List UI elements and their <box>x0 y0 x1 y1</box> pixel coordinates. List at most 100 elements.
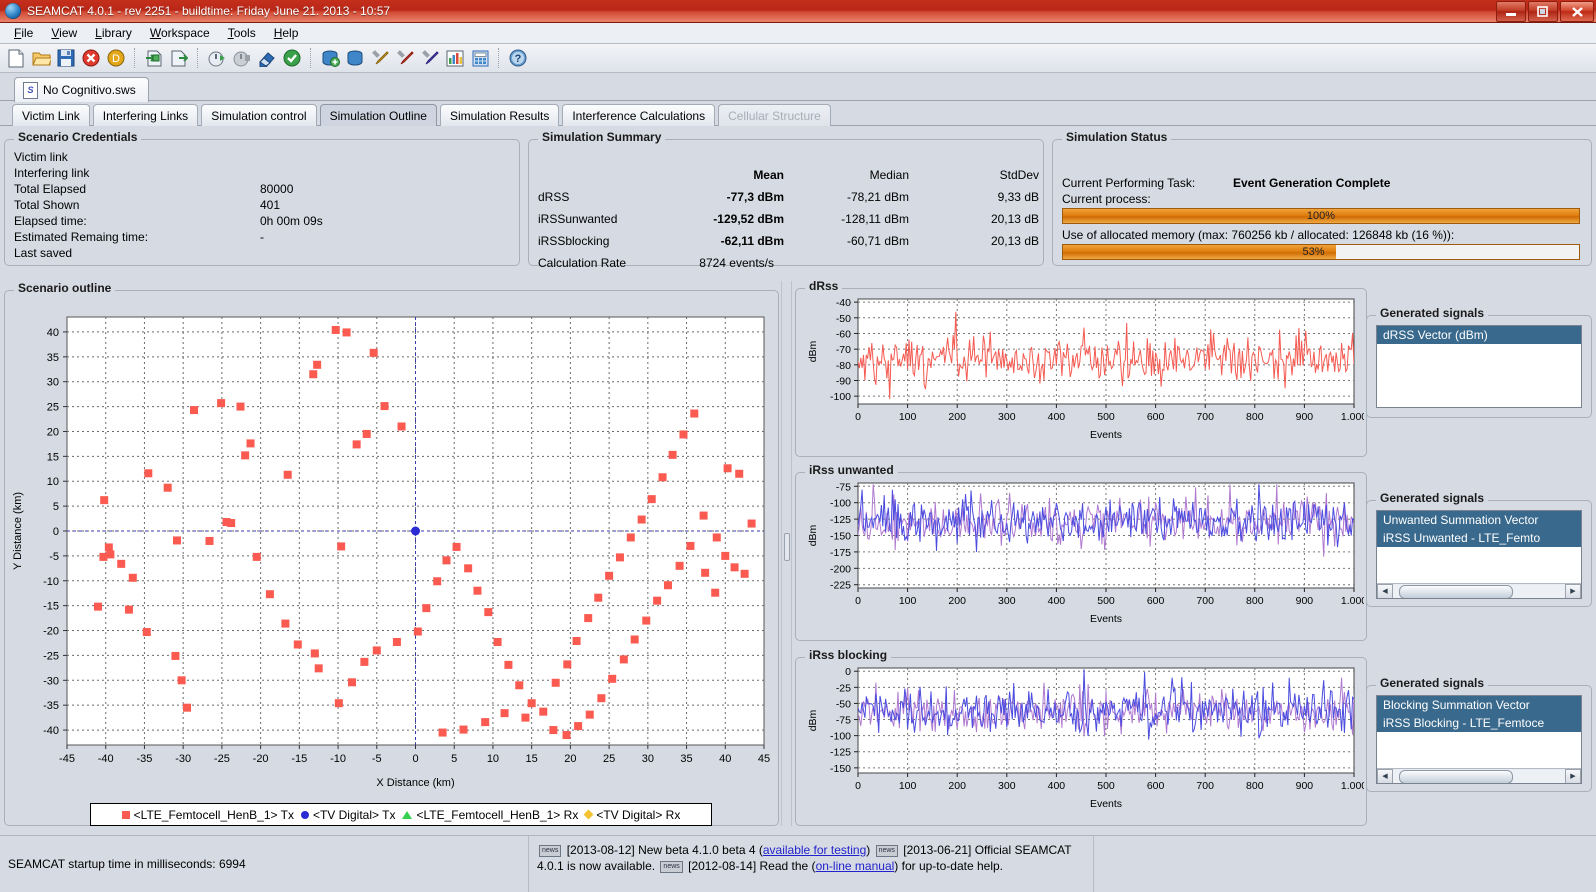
svg-text:-70: -70 <box>836 344 851 356</box>
scrollbar-trough[interactable] <box>1393 584 1565 598</box>
drss-generated-signals-title: Generated signals <box>1376 306 1489 320</box>
startup-time-text: SEAMCAT startup time in milliseconds: 69… <box>0 836 529 892</box>
svg-text:-150: -150 <box>830 531 851 543</box>
calculator-icon[interactable] <box>468 46 492 70</box>
credential-value-total-shown: 401 <box>260 198 281 212</box>
news-badge-icon: news <box>660 861 683 873</box>
irss-unwanted-chart[interactable]: 0 100 200 300 400 500 600 700 800 900 1.000 -225 -20… <box>796 473 1367 628</box>
legend-item-3: <TV Digital> Rx <box>583 808 680 822</box>
scroll-right-arrow[interactable]: ▶ <box>1565 768 1581 783</box>
import-icon[interactable] <box>142 46 166 70</box>
close-button[interactable] <box>1560 1 1594 22</box>
export-icon[interactable] <box>167 46 191 70</box>
menu-view[interactable]: View <box>43 24 85 42</box>
svg-text:0: 0 <box>845 666 851 678</box>
help-icon[interactable]: ? <box>506 46 530 70</box>
news-link-available-for-testing[interactable]: available for testing <box>763 843 866 857</box>
svg-text:600: 600 <box>1147 595 1165 607</box>
summary-mean-calc-rate: 8724 events/s <box>699 256 774 270</box>
menu-file[interactable]: File <box>6 24 41 42</box>
svg-text:-225: -225 <box>830 580 851 592</box>
open-folder-icon[interactable] <box>29 46 53 70</box>
splitter-grip[interactable] <box>784 533 790 561</box>
tab-victim-link[interactable]: Victim Link <box>12 104 90 126</box>
irss-blocking-signal-list[interactable]: Blocking Summation Vector iRSS Blocking … <box>1376 695 1582 784</box>
memory-progress-text: 53% <box>1302 246 1325 258</box>
news-text-3: Read the ( <box>759 859 816 873</box>
svg-text:25: 25 <box>47 402 59 414</box>
scrollbar-trough[interactable] <box>1393 769 1565 783</box>
irss-blocking-chart[interactable]: 0 100 200 300 400 500 600 700 800 900 1.000 -150 -12… <box>796 658 1367 813</box>
minimize-button[interactable] <box>1496 1 1526 22</box>
list-item[interactable]: Unwanted Summation Vector <box>1377 511 1581 529</box>
list-item[interactable]: Blocking Summation Vector <box>1377 696 1581 714</box>
drss-chart[interactable]: 0 100 200 300 400 500 600 700 800 900 1.000 -100 -90… <box>796 289 1367 444</box>
window-controls <box>1496 1 1594 22</box>
workspace-tab-file[interactable]: S No Cognitivo.sws <box>14 77 149 102</box>
tab-interference-calculations[interactable]: Interference Calculations <box>562 104 716 126</box>
irss-unwanted-signal-list[interactable]: Unwanted Summation Vector iRSS Unwanted … <box>1376 510 1582 599</box>
news-link-online-manual[interactable]: on-line manual <box>816 859 895 873</box>
svg-text:-45: -45 <box>59 753 75 765</box>
clear-icon[interactable] <box>255 46 279 70</box>
library-icon[interactable] <box>343 46 367 70</box>
save-icon[interactable] <box>54 46 78 70</box>
drss-signal-list[interactable]: dRSS Vector (dBm) <box>1376 325 1582 408</box>
list-item[interactable]: iRSS Blocking - LTE_Femtoce <box>1377 714 1581 732</box>
tab-interfering-links[interactable]: Interfering Links <box>92 104 199 126</box>
vertical-splitter[interactable] <box>781 281 792 826</box>
list-item[interactable]: iRSS Unwanted - LTE_Femto <box>1377 529 1581 547</box>
svg-text:25: 25 <box>603 753 615 765</box>
svg-text:-100: -100 <box>830 498 851 510</box>
tab-simulation-outline[interactable]: Simulation Outline <box>319 104 437 126</box>
svg-text:-40: -40 <box>836 297 851 309</box>
delete-icon[interactable] <box>79 46 103 70</box>
chart-icon[interactable] <box>443 46 467 70</box>
menu-workspace[interactable]: Workspace <box>142 24 218 42</box>
stop-simulation-icon[interactable] <box>230 46 254 70</box>
svg-text:-30: -30 <box>43 675 59 687</box>
menu-help[interactable]: Help <box>266 24 307 42</box>
tools-red-icon[interactable] <box>393 46 417 70</box>
tools-blue-icon[interactable] <box>418 46 442 70</box>
scroll-left-arrow[interactable]: ◀ <box>1377 768 1393 783</box>
new-file-icon[interactable] <box>4 46 28 70</box>
tools-yellow-icon[interactable] <box>368 46 392 70</box>
horizontal-scrollbar[interactable]: ◀ ▶ <box>1377 583 1581 598</box>
summary-header-mean: Mean <box>753 168 784 182</box>
scroll-left-arrow[interactable]: ◀ <box>1377 583 1393 598</box>
menu-library[interactable]: Library <box>87 24 140 42</box>
simulation-summary-title: Simulation Summary <box>538 130 666 144</box>
run-simulation-icon[interactable] <box>205 46 229 70</box>
svg-text:200: 200 <box>948 780 966 792</box>
tab-simulation-control[interactable]: Simulation control <box>201 104 317 126</box>
duplicate-icon[interactable]: D <box>104 46 128 70</box>
svg-text:-75: -75 <box>836 481 851 493</box>
scrollbar-thumb[interactable] <box>1399 769 1513 783</box>
scenario-outline-chart[interactable]: -45 -40 -35 -30 -25 -20 -15 -10 -5 0 5 10 15 20 25 30 35… <box>5 291 776 808</box>
svg-text:1.000: 1.000 <box>1341 780 1364 792</box>
legend-label: <TV Digital> Tx <box>312 807 396 822</box>
credential-label-elapsed-time: Elapsed time: <box>14 214 87 228</box>
drss-panel: dRss 0 100 200 300 400 500 600 700 800 900 1.000 -1… <box>795 279 1367 457</box>
simulation-status-title: Simulation Status <box>1062 130 1172 144</box>
scrollbar-thumb[interactable] <box>1399 584 1513 598</box>
new-library-icon[interactable] <box>318 46 342 70</box>
svg-text:45: 45 <box>758 753 770 765</box>
tab-simulation-results[interactable]: Simulation Results <box>439 104 560 126</box>
svg-text:-35: -35 <box>43 700 59 712</box>
horizontal-scrollbar[interactable]: ◀ ▶ <box>1377 768 1581 783</box>
scenario-outline-legend: <LTE_Femtocell_HenB_1> Tx <TV Digital> Tx… <box>90 803 712 826</box>
tab-cellular-structure: Cellular Structure <box>718 104 831 126</box>
svg-text:300: 300 <box>998 411 1016 423</box>
svg-text:0: 0 <box>53 526 59 538</box>
scroll-right-arrow[interactable]: ▶ <box>1565 583 1581 598</box>
svg-text:40: 40 <box>47 327 59 339</box>
credential-label-interfering-link: Interfering link <box>14 166 90 180</box>
svg-text:D: D <box>112 53 120 65</box>
svg-text:400: 400 <box>1048 595 1066 607</box>
list-item[interactable]: dRSS Vector (dBm) <box>1377 326 1581 344</box>
validate-icon[interactable] <box>280 46 304 70</box>
menu-tools[interactable]: Tools <box>220 24 264 42</box>
maximize-button[interactable] <box>1528 1 1558 22</box>
